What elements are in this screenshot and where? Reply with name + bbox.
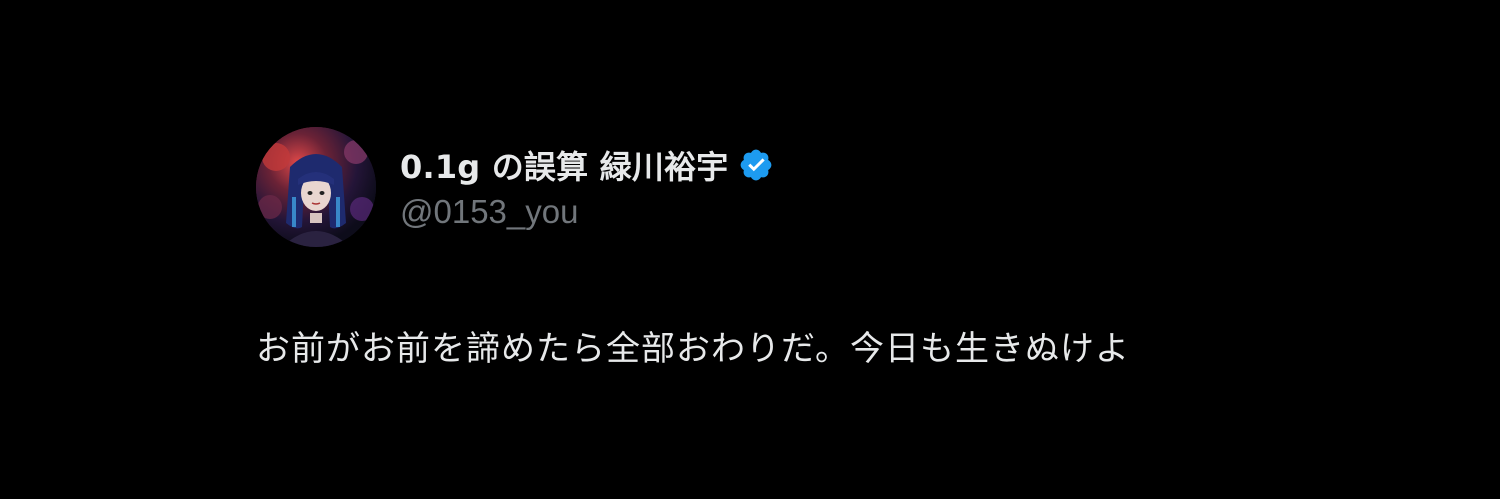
tweet-card[interactable]: 0.1g の誤算 緑川裕宇 @0153_you お前がお前を諦めたら全部おわりだ… [256, 127, 1256, 369]
avatar-image [256, 127, 376, 247]
avatar[interactable] [256, 127, 376, 247]
display-name[interactable]: 0.1g の誤算 緑川裕宇 [400, 142, 728, 188]
user-handle[interactable]: @0153_you [400, 193, 774, 231]
user-names: 0.1g の誤算 緑川裕宇 @0153_you [400, 143, 774, 231]
tweet-text: お前がお前を諦めたら全部おわりだ。今日も生きぬけよ [256, 329, 1130, 369]
display-name-row: 0.1g の誤算 緑川裕宇 [400, 143, 774, 187]
verified-badge-icon [738, 147, 774, 183]
tweet-header: 0.1g の誤算 緑川裕宇 @0153_you [256, 127, 1256, 247]
